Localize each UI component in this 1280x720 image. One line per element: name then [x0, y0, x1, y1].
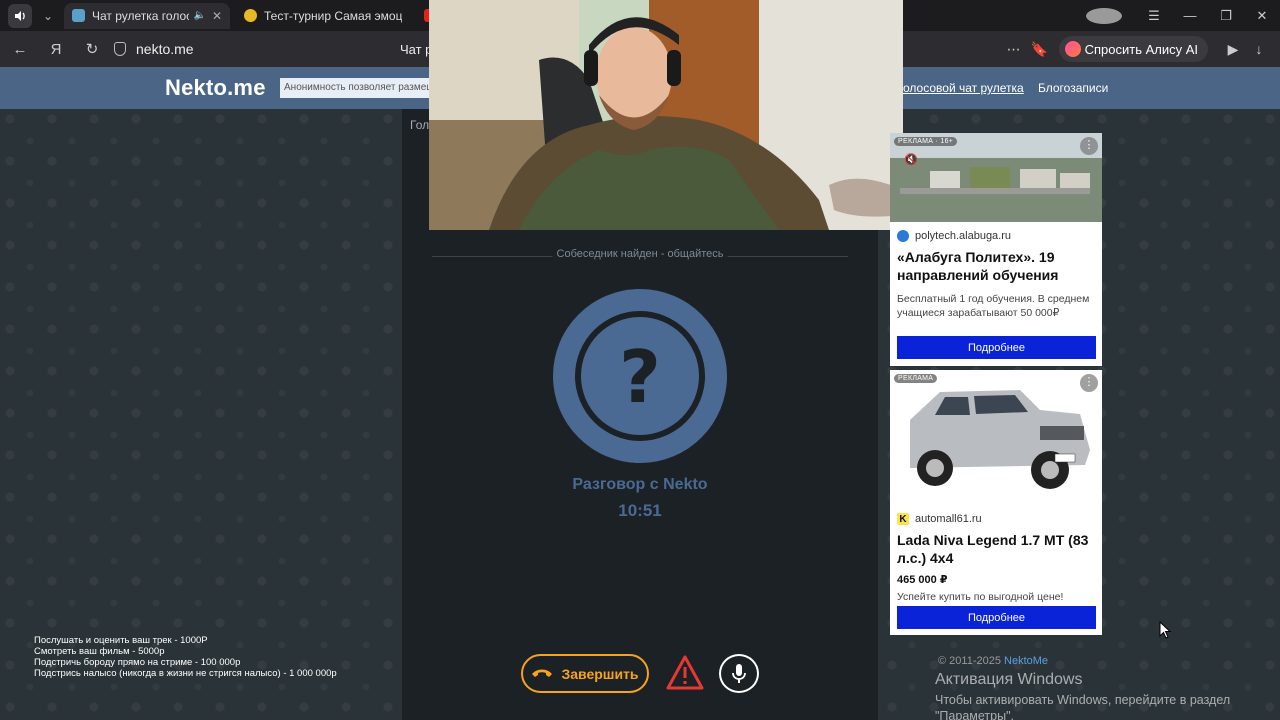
tab-audio-icon: 🔈 [193, 10, 206, 21]
profile-avatar-icon[interactable] [1086, 7, 1122, 24]
url-text: nekto.me [136, 41, 194, 57]
close-icon[interactable]: ✕ [212, 9, 222, 23]
ad-card[interactable]: РЕКЛАМА ⋮ K automall61.ru Lada Niva Lege… [890, 370, 1102, 635]
speaker-icon[interactable] [8, 3, 32, 28]
bookmark-icon[interactable]: 🔖 [1027, 41, 1053, 58]
end-call-button[interactable]: Завершить [521, 654, 649, 693]
ad-card[interactable]: РЕКЛАМА · 16+ ⋮ 🔇 polytech.alabuga.ru «А… [890, 133, 1102, 366]
copyright-text: © 2011-2025 [938, 655, 1001, 667]
site-copyright: © 2011-2025 NektoMe [938, 655, 1048, 667]
minimize-icon[interactable]: — [1172, 8, 1208, 23]
ad-domain-text: polytech.alabuga.ru [915, 230, 1012, 242]
donation-item: Послушать и оценить ваш трек - 1000Р [34, 635, 208, 646]
ad-domain-text: automall61.ru [915, 513, 982, 525]
more-icon[interactable]: ⋯ [1001, 41, 1027, 58]
ad-menu-icon[interactable]: ⋮ [1080, 374, 1098, 392]
partner-avatar: ? [553, 289, 727, 463]
conversation-timer: 10:51 [618, 501, 662, 520]
question-mark-icon: ? [619, 335, 661, 419]
microphone-icon [732, 663, 746, 683]
windows-activation-watermark: Активация Windows Чтобы активировать Win… [935, 671, 1265, 720]
donation-list: Послушать и оценить ваш трек - 1000Р Смо… [34, 635, 337, 679]
donation-item: Подстрись налысо (никогда в жизни не стр… [34, 668, 337, 679]
ad-domain: K automall61.ru [897, 513, 1102, 525]
ad-headline[interactable]: «Алабуга Политех». 19 направлений обучен… [897, 248, 1096, 284]
donation-item: Смотреть ваш фильм - 5000р [34, 646, 165, 657]
ad-domain: polytech.alabuga.ru [897, 230, 1102, 242]
ad-badge: РЕКЛАМА [894, 374, 938, 383]
alice-icon [1064, 41, 1081, 57]
tab-title: Тест-турнир Самая эмоц [264, 8, 403, 23]
nektome-link[interactable]: NektoMe [1004, 655, 1048, 667]
muted-speaker-icon[interactable]: 🔇 [904, 153, 918, 166]
end-call-label: Завершить [561, 665, 639, 682]
url-field[interactable]: nekto.me [114, 41, 194, 57]
activation-message: Чтобы активировать Windows, перейдите в … [935, 693, 1231, 720]
ad-description: Бесплатный 1 год обучения. В среднем уча… [897, 293, 1090, 319]
ad-badge: РЕКЛАМА · 16+ [894, 137, 958, 146]
back-icon[interactable]: ← [2, 41, 38, 58]
crown-favicon-icon [244, 9, 257, 22]
conversation-title: Разговор с Nekto [572, 476, 708, 493]
ad-image: РЕКЛАМА · 16+ ⋮ 🔇 [890, 133, 1102, 222]
microphone-button[interactable] [719, 654, 759, 693]
tab-nekto[interactable]: Чат рулетка голосов 🔈 ✕ [64, 2, 230, 29]
ad-cta-button[interactable]: Подробнее [897, 606, 1096, 629]
alice-label: Спросить Алису AI [1084, 41, 1198, 57]
download-icon[interactable]: ↓ [1246, 41, 1272, 57]
report-warning-icon[interactable] [665, 654, 705, 692]
automall-logo-icon: K [897, 513, 909, 525]
nav-link-voice-chat[interactable]: олосовой чат рулетка [903, 81, 1024, 95]
close-window-icon[interactable]: ✕ [1244, 8, 1280, 24]
shield-icon [114, 42, 126, 56]
yandex-icon[interactable]: Я [38, 41, 74, 58]
media-icon[interactable]: ▶ [1220, 41, 1246, 58]
nav-link-blog[interactable]: Блогозаписи [1038, 81, 1108, 95]
ad-cta-button[interactable]: Подробнее [897, 336, 1096, 359]
streamer-webcam [429, 0, 903, 230]
tab-title: Чат рулетка голосов [92, 8, 190, 23]
ad-image: РЕКЛАМА ⋮ [890, 370, 1102, 505]
chat-subheader: Гол [410, 118, 430, 132]
ad-description: Успейте купить по выгодной цене! [897, 591, 1064, 603]
slogan-banner: Анонимность позволяет размеща [280, 78, 430, 98]
ad-menu-icon[interactable]: ⋮ [1080, 137, 1098, 155]
address-bar-actions: ⋯ 🔖 Спросить Алису AI ▶ ↓ [1001, 31, 1280, 67]
site-logo[interactable]: Nekto.me [165, 75, 266, 101]
activation-title: Активация Windows [935, 671, 1083, 688]
page-title: Чат р [400, 41, 433, 57]
reload-icon[interactable]: ↻ [74, 40, 110, 58]
tab-tournament[interactable]: Тест-турнир Самая эмоц [236, 3, 410, 29]
polytech-logo-icon [897, 230, 909, 242]
ask-alice-button[interactable]: Спросить Алису AI [1058, 36, 1208, 62]
mouse-cursor-icon [1159, 620, 1172, 644]
ad-headline[interactable]: Lada Niva Legend 1.7 MT (83 л.с.) 4x4 [897, 531, 1096, 567]
chevron-down-icon[interactable]: ⌄ [38, 9, 58, 23]
window-controls: ☰ — ❐ ✕ [1086, 0, 1280, 31]
nekto-favicon-icon [72, 9, 85, 22]
donation-item: Подстричь бороду прямо на стриме - 100 0… [34, 657, 241, 668]
hangup-phone-icon [531, 666, 553, 682]
status-text: Собеседник найден - общайтесь [552, 248, 728, 260]
ad-price: 465 000 ₽ [897, 574, 948, 586]
restore-icon[interactable]: ❐ [1208, 8, 1244, 24]
menu-icon[interactable]: ☰ [1136, 8, 1172, 24]
chat-status: Собеседник найден - общайтесь [432, 248, 848, 264]
